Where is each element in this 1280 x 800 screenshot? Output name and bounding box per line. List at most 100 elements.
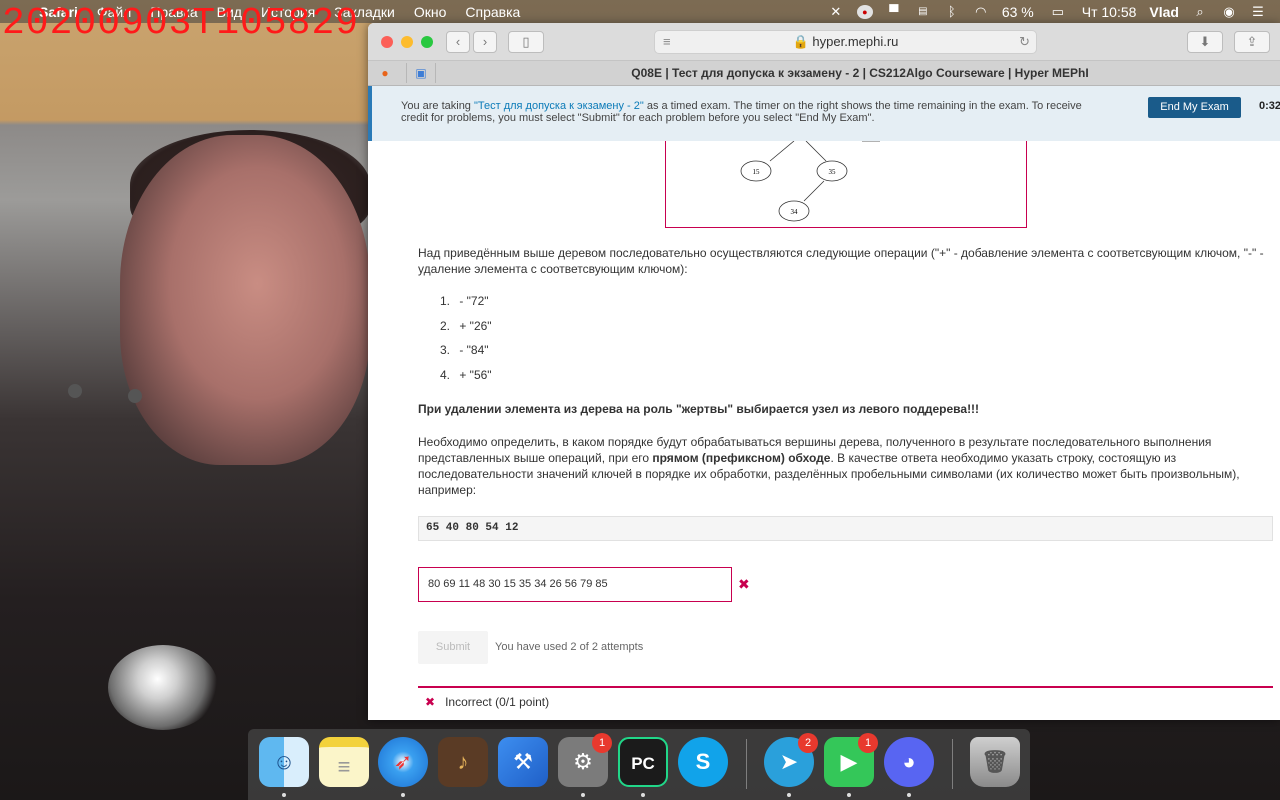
tree-edge xyxy=(769,140,795,162)
chevron-right-icon: › xyxy=(482,34,488,49)
operation-number: 1. xyxy=(440,294,451,308)
close-button[interactable] xyxy=(381,36,393,48)
example-code: 65 40 80 54 12 xyxy=(418,516,1273,541)
clock[interactable]: Чт 10:58 xyxy=(1082,4,1137,20)
webcam-face xyxy=(120,135,370,465)
tree-node-label: 15 xyxy=(753,168,761,176)
flag-icon[interactable]: ▤ xyxy=(915,5,931,19)
pycharm-icon[interactable]: PC xyxy=(618,737,668,787)
operation-text: - "84" xyxy=(459,343,489,357)
xcode-icon[interactable]: ⚒ xyxy=(498,737,548,787)
incorrect-icon: ✖ xyxy=(738,576,750,592)
incorrect-icon: ✖ xyxy=(425,695,436,709)
result-divider xyxy=(418,686,1273,688)
discord-icon[interactable]: ◕ xyxy=(884,737,934,787)
operation-item: 2. + "26" xyxy=(440,319,492,344)
lock-icon: 🔒 xyxy=(792,34,809,49)
operation-number: 4. xyxy=(440,367,451,382)
macos-dock: ☺ ≡ ➶ ♪ ⚒ ⚙ 1 PC S ➤ 2 ▶ 1 ◕ 🗑 xyxy=(248,729,1030,800)
tree-edge xyxy=(805,140,827,162)
webcam-light xyxy=(128,389,142,403)
trash-icon[interactable]: 🗑 xyxy=(970,737,1020,787)
safari-window: ‹ › ▯ ≡ 🔒 hyper.mephi.ru ↻ ⬇ ⇪ ● ▣ Q08E … xyxy=(368,23,1280,720)
recording-timestamp: 20200903T105829 xyxy=(2,2,360,45)
attempts-text: You have used 2 of 2 attempts xyxy=(495,641,644,653)
facetime-icon[interactable]: ▶ 1 xyxy=(824,733,878,787)
problem-content: 15 35 34 Над приведённым выше деревом по… xyxy=(368,140,1280,720)
share-button[interactable]: ⇪ xyxy=(1234,31,1270,53)
tree-node-label: 34 xyxy=(791,208,799,216)
control-icon[interactable]: ☰ xyxy=(1250,4,1266,19)
tree-edge xyxy=(803,180,825,202)
reader-icon[interactable]: ≡ xyxy=(663,31,671,53)
download-icon: ⬇ xyxy=(1199,34,1211,49)
notification-badge: 1 xyxy=(858,733,878,753)
zoom-button[interactable] xyxy=(421,36,433,48)
reload-icon[interactable]: ↻ xyxy=(1019,31,1030,53)
webcam-crystal-ball xyxy=(108,645,218,730)
downloads-button[interactable]: ⬇ xyxy=(1187,31,1223,53)
message-icon[interactable]: ▀ xyxy=(886,4,902,19)
firefox-icon: ● xyxy=(381,66,389,80)
tree-diagram: 15 35 34 xyxy=(665,140,1027,228)
pinned-tab[interactable]: ▣ xyxy=(406,63,436,83)
operation-number: 3. xyxy=(440,343,451,357)
garageband-icon[interactable]: ♪ xyxy=(438,737,488,787)
exam-name-link[interactable]: "Тест для допуска к экзамену - 2" xyxy=(474,100,644,112)
search-icon[interactable]: ⌕ xyxy=(1192,4,1208,19)
result-status: ✖ Incorrect (0/1 point) xyxy=(425,695,549,709)
operations-list: 1. - "72" 2. + "26" 3. - "84" 4. + "56" xyxy=(440,294,492,392)
end-my-exam-button[interactable]: End My Exam xyxy=(1148,97,1241,118)
notification-badge: 1 xyxy=(592,733,612,753)
minimize-button[interactable] xyxy=(401,36,413,48)
exam-message-prefix: You are taking xyxy=(401,100,474,112)
tab-bar: ● ▣ Q08E | Тест для допуска к экзамену -… xyxy=(368,61,1280,86)
tree-node-label: 35 xyxy=(829,168,837,176)
notification-badge: 2 xyxy=(798,733,818,753)
deletion-rule: При удалении элемента из дерева на роль … xyxy=(418,402,980,416)
siri-icon[interactable]: ◉ xyxy=(1221,4,1237,19)
exam-timer: 0:32: xyxy=(1259,100,1280,112)
battery-icon[interactable]: ▭ xyxy=(1047,4,1069,19)
system-preferences-icon[interactable]: ⚙ 1 xyxy=(558,733,612,787)
timed-exam-banner: You are taking "Тест для допуска к экзам… xyxy=(368,86,1280,141)
back-button[interactable]: ‹ xyxy=(446,31,470,53)
user-name[interactable]: Vlad xyxy=(1149,4,1179,20)
finder-icon[interactable]: ☺ xyxy=(259,737,309,787)
question-intro: Над приведённым выше деревом последовате… xyxy=(418,246,1264,276)
safari-icon[interactable]: ➶ xyxy=(378,737,428,787)
webcam-light xyxy=(68,384,82,398)
address-bar[interactable]: ≡ 🔒 hyper.mephi.ru ↻ xyxy=(654,30,1037,54)
menu-help[interactable]: Справка xyxy=(465,4,520,20)
exam-message: You are taking "Тест для допуска к экзам… xyxy=(401,100,1101,124)
pinned-tab[interactable]: ● xyxy=(370,63,400,83)
operation-number: 2. xyxy=(440,318,451,333)
telegram-icon[interactable]: ➤ 2 xyxy=(764,733,818,787)
notes-icon[interactable]: ≡ xyxy=(319,737,369,787)
notification-icon[interactable]: ● xyxy=(856,4,873,19)
task-description: Необходимо определить, в каком порядке б… xyxy=(418,434,1264,498)
chat-icon: ▣ xyxy=(415,66,427,80)
operation-item: 4. + "56" xyxy=(440,368,492,393)
submit-button[interactable]: Submit xyxy=(418,631,488,664)
chevron-left-icon: ‹ xyxy=(455,34,461,49)
sidebar-button[interactable]: ▯ xyxy=(508,31,544,53)
menu-window[interactable]: Окно xyxy=(414,4,447,20)
mute-icon[interactable]: ✕ xyxy=(828,4,844,19)
toolbar: ‹ › ▯ ≡ 🔒 hyper.mephi.ru ↻ ⬇ ⇪ xyxy=(368,23,1280,61)
forward-button[interactable]: › xyxy=(473,31,497,53)
skype-icon[interactable]: S xyxy=(678,737,728,787)
share-icon: ⇪ xyxy=(1246,34,1258,49)
result-text: Incorrect (0/1 point) xyxy=(445,695,550,709)
url-text: hyper.mephi.ru xyxy=(812,34,899,49)
task-emphasis: прямом (префиксном) обходе xyxy=(652,451,831,465)
tree-svg: 15 35 34 xyxy=(740,140,880,222)
answer-input[interactable]: 80 69 11 48 30 15 35 34 26 56 79 85 xyxy=(418,567,732,602)
operation-item: 1. - "72" xyxy=(440,294,492,319)
wifi-icon[interactable]: ◠ xyxy=(973,4,989,19)
sidebar-icon: ▯ xyxy=(522,34,530,49)
bluetooth-icon[interactable]: ᛒ xyxy=(944,4,960,19)
battery-percent: 63 % xyxy=(1001,3,1034,20)
operation-item: 3. - "84" xyxy=(440,343,492,368)
tab-active[interactable]: Q08E | Тест для допуска к экзамену - 2 |… xyxy=(440,61,1280,86)
